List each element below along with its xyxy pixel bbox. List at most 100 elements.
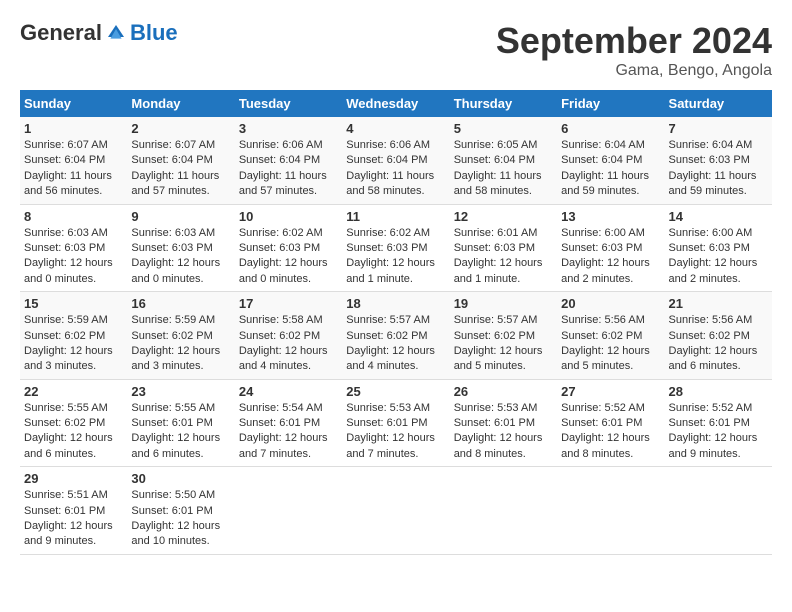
calendar-table: SundayMondayTuesdayWednesdayThursdayFrid… bbox=[20, 90, 772, 555]
calendar-cell: 4Sunrise: 6:06 AMSunset: 6:04 PMDaylight… bbox=[342, 117, 449, 204]
calendar-header-row: SundayMondayTuesdayWednesdayThursdayFrid… bbox=[20, 90, 772, 117]
day-info: Sunrise: 5:52 AMSunset: 6:01 PMDaylight:… bbox=[669, 401, 768, 463]
calendar-cell: 18 Sunrise: 5:57 AMSunset: 6:02 PMDayligh… bbox=[342, 292, 449, 380]
day-number: 22 bbox=[24, 384, 123, 399]
header-tuesday: Tuesday bbox=[235, 90, 342, 117]
day-number: 21 bbox=[669, 296, 768, 311]
day-info: Sunrise: 6:01 AMSunset: 6:03 PMDaylight:… bbox=[454, 226, 553, 288]
calendar-cell bbox=[450, 467, 557, 555]
calendar-cell: 19Sunrise: 5:57 AMSunset: 6:02 PMDayligh… bbox=[450, 292, 557, 380]
calendar-cell: 20 Sunrise: 5:56 AMSunset: 6:02 PMDayligh… bbox=[557, 292, 664, 380]
month-title: September 2024 bbox=[496, 20, 772, 62]
day-number: 19 bbox=[454, 296, 553, 311]
calendar-cell bbox=[557, 467, 664, 555]
calendar-cell: 15 Sunrise: 5:59 AMSunset: 6:02 PMDayligh… bbox=[20, 292, 127, 380]
day-info: Sunrise: 6:05 AMSunset: 6:04 PMDaylight:… bbox=[454, 138, 553, 200]
day-number: 18 bbox=[346, 296, 445, 311]
day-number: 24 bbox=[239, 384, 338, 399]
calendar-cell: 2Sunrise: 6:07 AMSunset: 6:04 PMDaylight… bbox=[127, 117, 234, 204]
calendar-cell: 30 Sunrise: 5:50 AMSunset: 6:01 PMDayligh… bbox=[127, 467, 234, 555]
day-number: 5 bbox=[454, 121, 553, 136]
day-number: 23 bbox=[131, 384, 230, 399]
calendar-cell bbox=[665, 467, 772, 555]
calendar-week-4: 22 Sunrise: 5:55 AMSunset: 6:02 PMDayligh… bbox=[20, 379, 772, 467]
header-friday: Friday bbox=[557, 90, 664, 117]
title-section: September 2024 Gama, Bengo, Angola bbox=[496, 20, 772, 80]
page-header: General Blue September 2024 Gama, Bengo,… bbox=[20, 20, 772, 80]
day-info: Sunrise: 6:04 AMSunset: 6:03 PMDaylight:… bbox=[669, 138, 768, 200]
day-info: Sunrise: 5:58 AMSunset: 6:02 PMDaylight:… bbox=[239, 313, 338, 375]
day-number: 17 bbox=[239, 296, 338, 311]
day-number: 14 bbox=[669, 209, 768, 224]
header-wednesday: Wednesday bbox=[342, 90, 449, 117]
day-info: Sunrise: 5:57 AMSunset: 6:02 PMDaylight:… bbox=[346, 313, 445, 375]
day-info: Sunrise: 5:51 AMSunset: 6:01 PMDaylight:… bbox=[24, 488, 123, 550]
day-info: Sunrise: 6:02 AMSunset: 6:03 PMDaylight:… bbox=[346, 226, 445, 288]
calendar-cell: 10 Sunrise: 6:02 AMSunset: 6:03 PMDayligh… bbox=[235, 204, 342, 292]
day-info: Sunrise: 6:06 AMSunset: 6:04 PMDaylight:… bbox=[239, 138, 338, 200]
day-number: 15 bbox=[24, 296, 123, 311]
calendar-cell: 6Sunrise: 6:04 AMSunset: 6:04 PMDaylight… bbox=[557, 117, 664, 204]
day-info: Sunrise: 6:03 AMSunset: 6:03 PMDaylight:… bbox=[131, 226, 230, 288]
day-number: 13 bbox=[561, 209, 660, 224]
logo-icon bbox=[104, 21, 128, 45]
day-info: Sunrise: 5:53 AMSunset: 6:01 PMDaylight:… bbox=[454, 401, 553, 463]
day-info: Sunrise: 5:55 AMSunset: 6:01 PMDaylight:… bbox=[131, 401, 230, 463]
header-monday: Monday bbox=[127, 90, 234, 117]
calendar-cell: 26 Sunrise: 5:53 AMSunset: 6:01 PMDayligh… bbox=[450, 379, 557, 467]
calendar-cell bbox=[342, 467, 449, 555]
calendar-week-5: 29 Sunrise: 5:51 AMSunset: 6:01 PMDayligh… bbox=[20, 467, 772, 555]
header-sunday: Sunday bbox=[20, 90, 127, 117]
day-number: 20 bbox=[561, 296, 660, 311]
calendar-cell: 28Sunrise: 5:52 AMSunset: 6:01 PMDayligh… bbox=[665, 379, 772, 467]
day-number: 26 bbox=[454, 384, 553, 399]
calendar-cell: 22 Sunrise: 5:55 AMSunset: 6:02 PMDayligh… bbox=[20, 379, 127, 467]
day-number: 10 bbox=[239, 209, 338, 224]
calendar-week-2: 8 Sunrise: 6:03 AMSunset: 6:03 PMDaylight… bbox=[20, 204, 772, 292]
day-number: 30 bbox=[131, 471, 230, 486]
day-info: Sunrise: 5:55 AMSunset: 6:02 PMDaylight:… bbox=[24, 401, 123, 463]
day-number: 29 bbox=[24, 471, 123, 486]
day-info: Sunrise: 5:50 AMSunset: 6:01 PMDaylight:… bbox=[131, 488, 230, 550]
day-number: 1 bbox=[24, 121, 123, 136]
day-info: Sunrise: 6:02 AMSunset: 6:03 PMDaylight:… bbox=[239, 226, 338, 288]
day-number: 8 bbox=[24, 209, 123, 224]
calendar-cell bbox=[235, 467, 342, 555]
calendar-cell: 16 Sunrise: 5:59 AMSunset: 6:02 PMDayligh… bbox=[127, 292, 234, 380]
day-number: 6 bbox=[561, 121, 660, 136]
location: Gama, Bengo, Angola bbox=[496, 62, 772, 80]
calendar-cell: 14 Sunrise: 6:00 AMSunset: 6:03 PMDayligh… bbox=[665, 204, 772, 292]
calendar-cell: 3 Sunrise: 6:06 AMSunset: 6:04 PMDaylight… bbox=[235, 117, 342, 204]
logo-blue: Blue bbox=[130, 20, 178, 46]
day-info: Sunrise: 5:52 AMSunset: 6:01 PMDaylight:… bbox=[561, 401, 660, 463]
calendar-cell: 24Sunrise: 5:54 AMSunset: 6:01 PMDayligh… bbox=[235, 379, 342, 467]
calendar-week-3: 15 Sunrise: 5:59 AMSunset: 6:02 PMDayligh… bbox=[20, 292, 772, 380]
day-info: Sunrise: 6:07 AMSunset: 6:04 PMDaylight:… bbox=[24, 138, 123, 200]
calendar-cell: 9Sunrise: 6:03 AMSunset: 6:03 PMDaylight… bbox=[127, 204, 234, 292]
calendar-cell: 29 Sunrise: 5:51 AMSunset: 6:01 PMDayligh… bbox=[20, 467, 127, 555]
calendar-cell: 27Sunrise: 5:52 AMSunset: 6:01 PMDayligh… bbox=[557, 379, 664, 467]
calendar-cell: 1 Sunrise: 6:07 AMSunset: 6:04 PMDaylight… bbox=[20, 117, 127, 204]
day-number: 3 bbox=[239, 121, 338, 136]
calendar-cell: 13 Sunrise: 6:00 AMSunset: 6:03 PMDayligh… bbox=[557, 204, 664, 292]
logo-general: General bbox=[20, 20, 102, 46]
calendar-cell: 17 Sunrise: 5:58 AMSunset: 6:02 PMDayligh… bbox=[235, 292, 342, 380]
header-thursday: Thursday bbox=[450, 90, 557, 117]
header-saturday: Saturday bbox=[665, 90, 772, 117]
day-info: Sunrise: 6:00 AMSunset: 6:03 PMDaylight:… bbox=[561, 226, 660, 288]
day-info: Sunrise: 5:56 AMSunset: 6:02 PMDaylight:… bbox=[669, 313, 768, 375]
day-info: Sunrise: 5:56 AMSunset: 6:02 PMDaylight:… bbox=[561, 313, 660, 375]
day-number: 11 bbox=[346, 209, 445, 224]
day-info: Sunrise: 6:06 AMSunset: 6:04 PMDaylight:… bbox=[346, 138, 445, 200]
day-number: 7 bbox=[669, 121, 768, 136]
day-info: Sunrise: 6:03 AMSunset: 6:03 PMDaylight:… bbox=[24, 226, 123, 288]
day-info: Sunrise: 5:59 AMSunset: 6:02 PMDaylight:… bbox=[131, 313, 230, 375]
day-info: Sunrise: 5:59 AMSunset: 6:02 PMDaylight:… bbox=[24, 313, 123, 375]
logo: General Blue bbox=[20, 20, 178, 46]
calendar-cell: 12 Sunrise: 6:01 AMSunset: 6:03 PMDayligh… bbox=[450, 204, 557, 292]
day-number: 16 bbox=[131, 296, 230, 311]
day-info: Sunrise: 5:53 AMSunset: 6:01 PMDaylight:… bbox=[346, 401, 445, 463]
calendar-cell: 5 Sunrise: 6:05 AMSunset: 6:04 PMDaylight… bbox=[450, 117, 557, 204]
day-info: Sunrise: 6:00 AMSunset: 6:03 PMDaylight:… bbox=[669, 226, 768, 288]
day-number: 12 bbox=[454, 209, 553, 224]
